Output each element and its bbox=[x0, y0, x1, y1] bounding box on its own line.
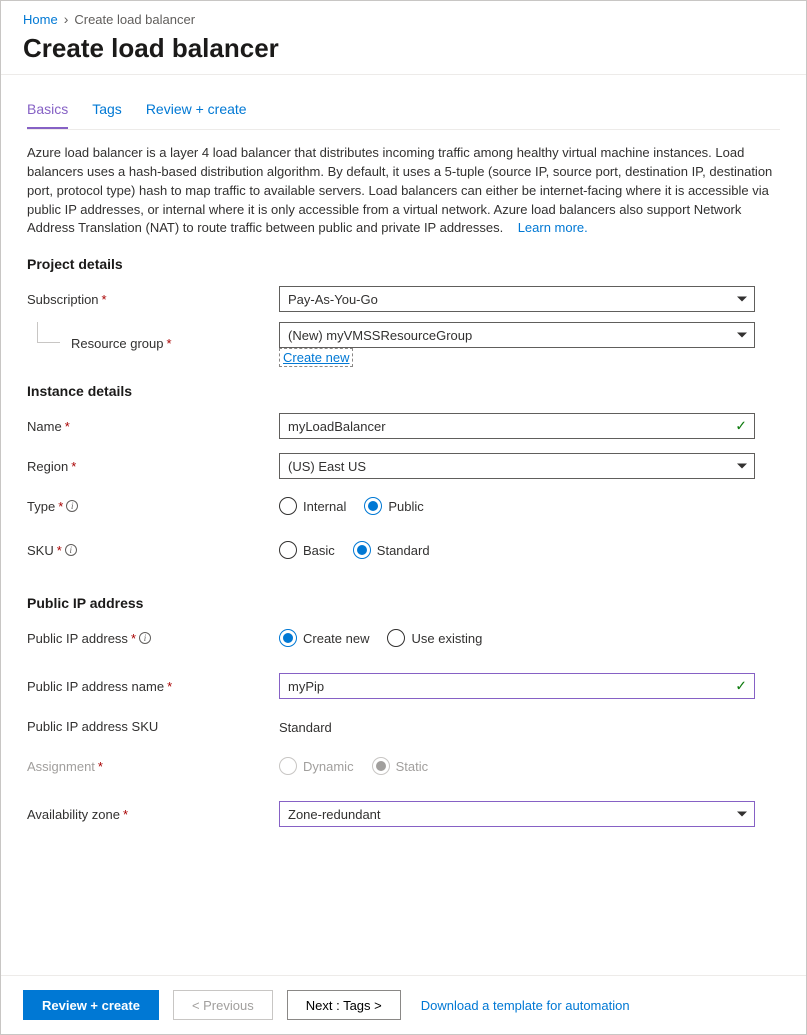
next-button[interactable]: Next : Tags > bbox=[287, 990, 401, 1020]
label-public-ip-sku: Public IP address SKU bbox=[27, 719, 279, 734]
label-subscription: Subscription* bbox=[27, 292, 279, 307]
label-resource-group: Resource group* bbox=[27, 336, 279, 351]
description-text: Azure load balancer is a layer 4 load ba… bbox=[27, 144, 780, 238]
select-subscription[interactable]: Pay-As-You-Go bbox=[279, 286, 755, 312]
label-name: Name* bbox=[27, 419, 279, 434]
section-instance-details: Instance details bbox=[27, 383, 780, 399]
input-public-ip-name[interactable]: myPip bbox=[279, 673, 755, 699]
label-sku: SKU* bbox=[27, 543, 279, 558]
section-public-ip: Public IP address bbox=[27, 595, 780, 611]
create-new-resource-group-link[interactable]: Create new bbox=[279, 348, 353, 367]
text-public-ip-sku: Standard bbox=[279, 717, 755, 735]
label-assignment: Assignment* bbox=[27, 759, 279, 774]
info-icon[interactable] bbox=[65, 544, 77, 556]
radio-sku-basic[interactable]: Basic bbox=[279, 541, 335, 559]
select-availability-zone[interactable]: Zone-redundant bbox=[279, 801, 755, 827]
learn-more-link[interactable]: Learn more. bbox=[518, 220, 588, 235]
tabs: Basics Tags Review + create bbox=[27, 95, 780, 130]
label-public-ip-address: Public IP address* bbox=[27, 631, 279, 646]
content-pane: Basics Tags Review + create Azure load b… bbox=[1, 75, 806, 975]
label-availability-zone: Availability zone* bbox=[27, 807, 279, 822]
radio-pip-create-new[interactable]: Create new bbox=[279, 629, 369, 647]
breadcrumb-home[interactable]: Home bbox=[23, 12, 58, 27]
radio-assignment-dynamic: Dynamic bbox=[279, 757, 354, 775]
input-name[interactable]: myLoadBalancer bbox=[279, 413, 755, 439]
radio-type-internal[interactable]: Internal bbox=[279, 497, 346, 515]
select-resource-group[interactable]: (New) myVMSSResourceGroup bbox=[279, 322, 755, 348]
breadcrumb-current: Create load balancer bbox=[74, 12, 195, 27]
radio-assignment-static: Static bbox=[372, 757, 429, 775]
info-icon[interactable] bbox=[66, 500, 78, 512]
breadcrumb: Home Create load balancer bbox=[1, 1, 806, 33]
breadcrumb-separator bbox=[64, 11, 69, 27]
review-create-button[interactable]: Review + create bbox=[23, 990, 159, 1020]
select-region[interactable]: (US) East US bbox=[279, 453, 755, 479]
label-public-ip-name: Public IP address name* bbox=[27, 679, 279, 694]
radio-sku-standard[interactable]: Standard bbox=[353, 541, 430, 559]
previous-button: < Previous bbox=[173, 990, 273, 1020]
radio-pip-use-existing[interactable]: Use existing bbox=[387, 629, 482, 647]
tab-tags[interactable]: Tags bbox=[92, 95, 122, 129]
info-icon[interactable] bbox=[139, 632, 151, 644]
radio-type-public[interactable]: Public bbox=[364, 497, 423, 515]
tab-review[interactable]: Review + create bbox=[146, 95, 247, 129]
page-title: Create load balancer bbox=[1, 33, 806, 75]
tab-basics[interactable]: Basics bbox=[27, 95, 68, 129]
label-type: Type* bbox=[27, 499, 279, 514]
footer-bar: Review + create < Previous Next : Tags >… bbox=[1, 975, 806, 1034]
section-project-details: Project details bbox=[27, 256, 780, 272]
label-region: Region* bbox=[27, 459, 279, 474]
download-template-link[interactable]: Download a template for automation bbox=[421, 998, 630, 1013]
